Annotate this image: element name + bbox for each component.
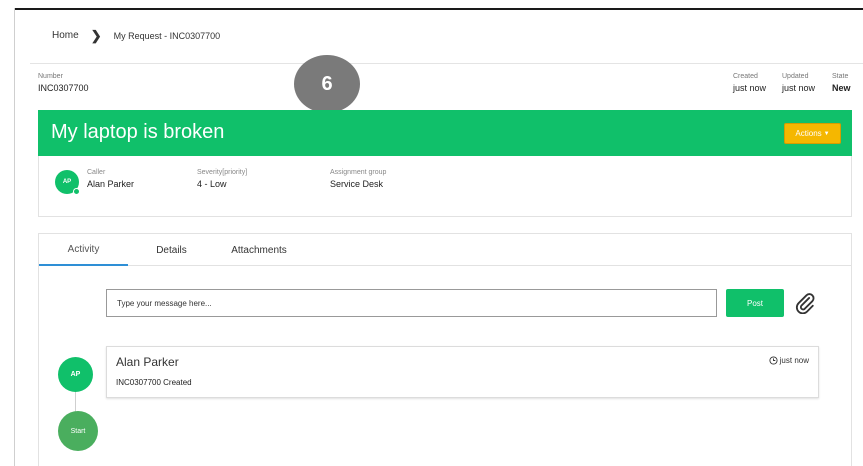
severity-label: Severity[priority]: [197, 169, 248, 176]
message-input[interactable]: [106, 289, 717, 317]
assignment-group-value: Service Desk: [330, 179, 384, 189]
timeline-start-marker: Start: [58, 411, 98, 451]
created-label: Created: [733, 73, 758, 80]
ticket-banner: My laptop is broken Actions ▼: [38, 110, 852, 156]
tab-attachments[interactable]: Attachments: [214, 234, 304, 266]
breadcrumb: Home ❯ My Request - INC0307700: [52, 27, 221, 43]
updated-label: Updated: [782, 73, 809, 80]
activity-time-value: just now: [779, 356, 809, 365]
actions-dropdown-button[interactable]: Actions ▼: [784, 123, 841, 144]
window-left-border: [14, 8, 15, 466]
state-value: New: [832, 83, 851, 93]
actions-label: Actions: [795, 129, 822, 138]
ticket-title: My laptop is broken: [51, 121, 225, 143]
tab-details[interactable]: Details: [144, 234, 199, 266]
activity-panel: Activity Details Attachments Post AP Sta…: [38, 233, 852, 466]
caret-down-icon: ▼: [823, 130, 830, 137]
updated-value: just now: [782, 83, 816, 93]
number-field: Number INC0307700: [38, 73, 89, 93]
online-status-dot: [73, 188, 80, 195]
updated-field: Updated just now: [782, 73, 815, 93]
activity-text: INC0307700 Created: [116, 378, 192, 387]
assignment-group-label: Assignment group: [330, 169, 387, 176]
number-label: Number: [38, 73, 63, 80]
clock-icon: [769, 356, 778, 365]
tab-activity[interactable]: Activity: [39, 234, 128, 266]
chevron-right-icon: ❯: [90, 27, 102, 43]
created-value: just now: [733, 83, 767, 93]
severity-value: 4 - Low: [197, 179, 227, 189]
step-number-badge: 6: [294, 55, 360, 113]
severity-field: Severity[priority] 4 - Low: [197, 169, 247, 189]
caller-value: Alan Parker: [87, 179, 135, 189]
post-button[interactable]: Post: [726, 289, 784, 317]
number-value: INC0307700: [38, 83, 89, 93]
caller-label: Caller: [87, 169, 106, 176]
state-field: State New: [832, 73, 851, 93]
breadcrumb-home-link[interactable]: Home: [52, 30, 79, 41]
state-label: State: [832, 73, 849, 80]
ticket-info-card: AP Caller Alan Parker Severity[priority]…: [38, 156, 852, 217]
tab-bar: Activity Details Attachments: [39, 234, 851, 266]
activity-author: Alan Parker: [116, 355, 179, 369]
created-field: Created just now: [733, 73, 766, 93]
activity-entry: Alan Parker INC0307700 Created just now: [106, 346, 819, 398]
assignment-group-field: Assignment group Service Desk: [330, 169, 386, 189]
window-top-border: [14, 8, 863, 10]
breadcrumb-current: My Request - INC0307700: [113, 30, 221, 41]
caller-field: Caller Alan Parker: [87, 169, 134, 189]
activity-timestamp: just now: [769, 356, 809, 365]
timeline-avatar: AP: [58, 357, 93, 392]
header-divider: [30, 63, 863, 64]
paperclip-icon[interactable]: [794, 292, 816, 314]
